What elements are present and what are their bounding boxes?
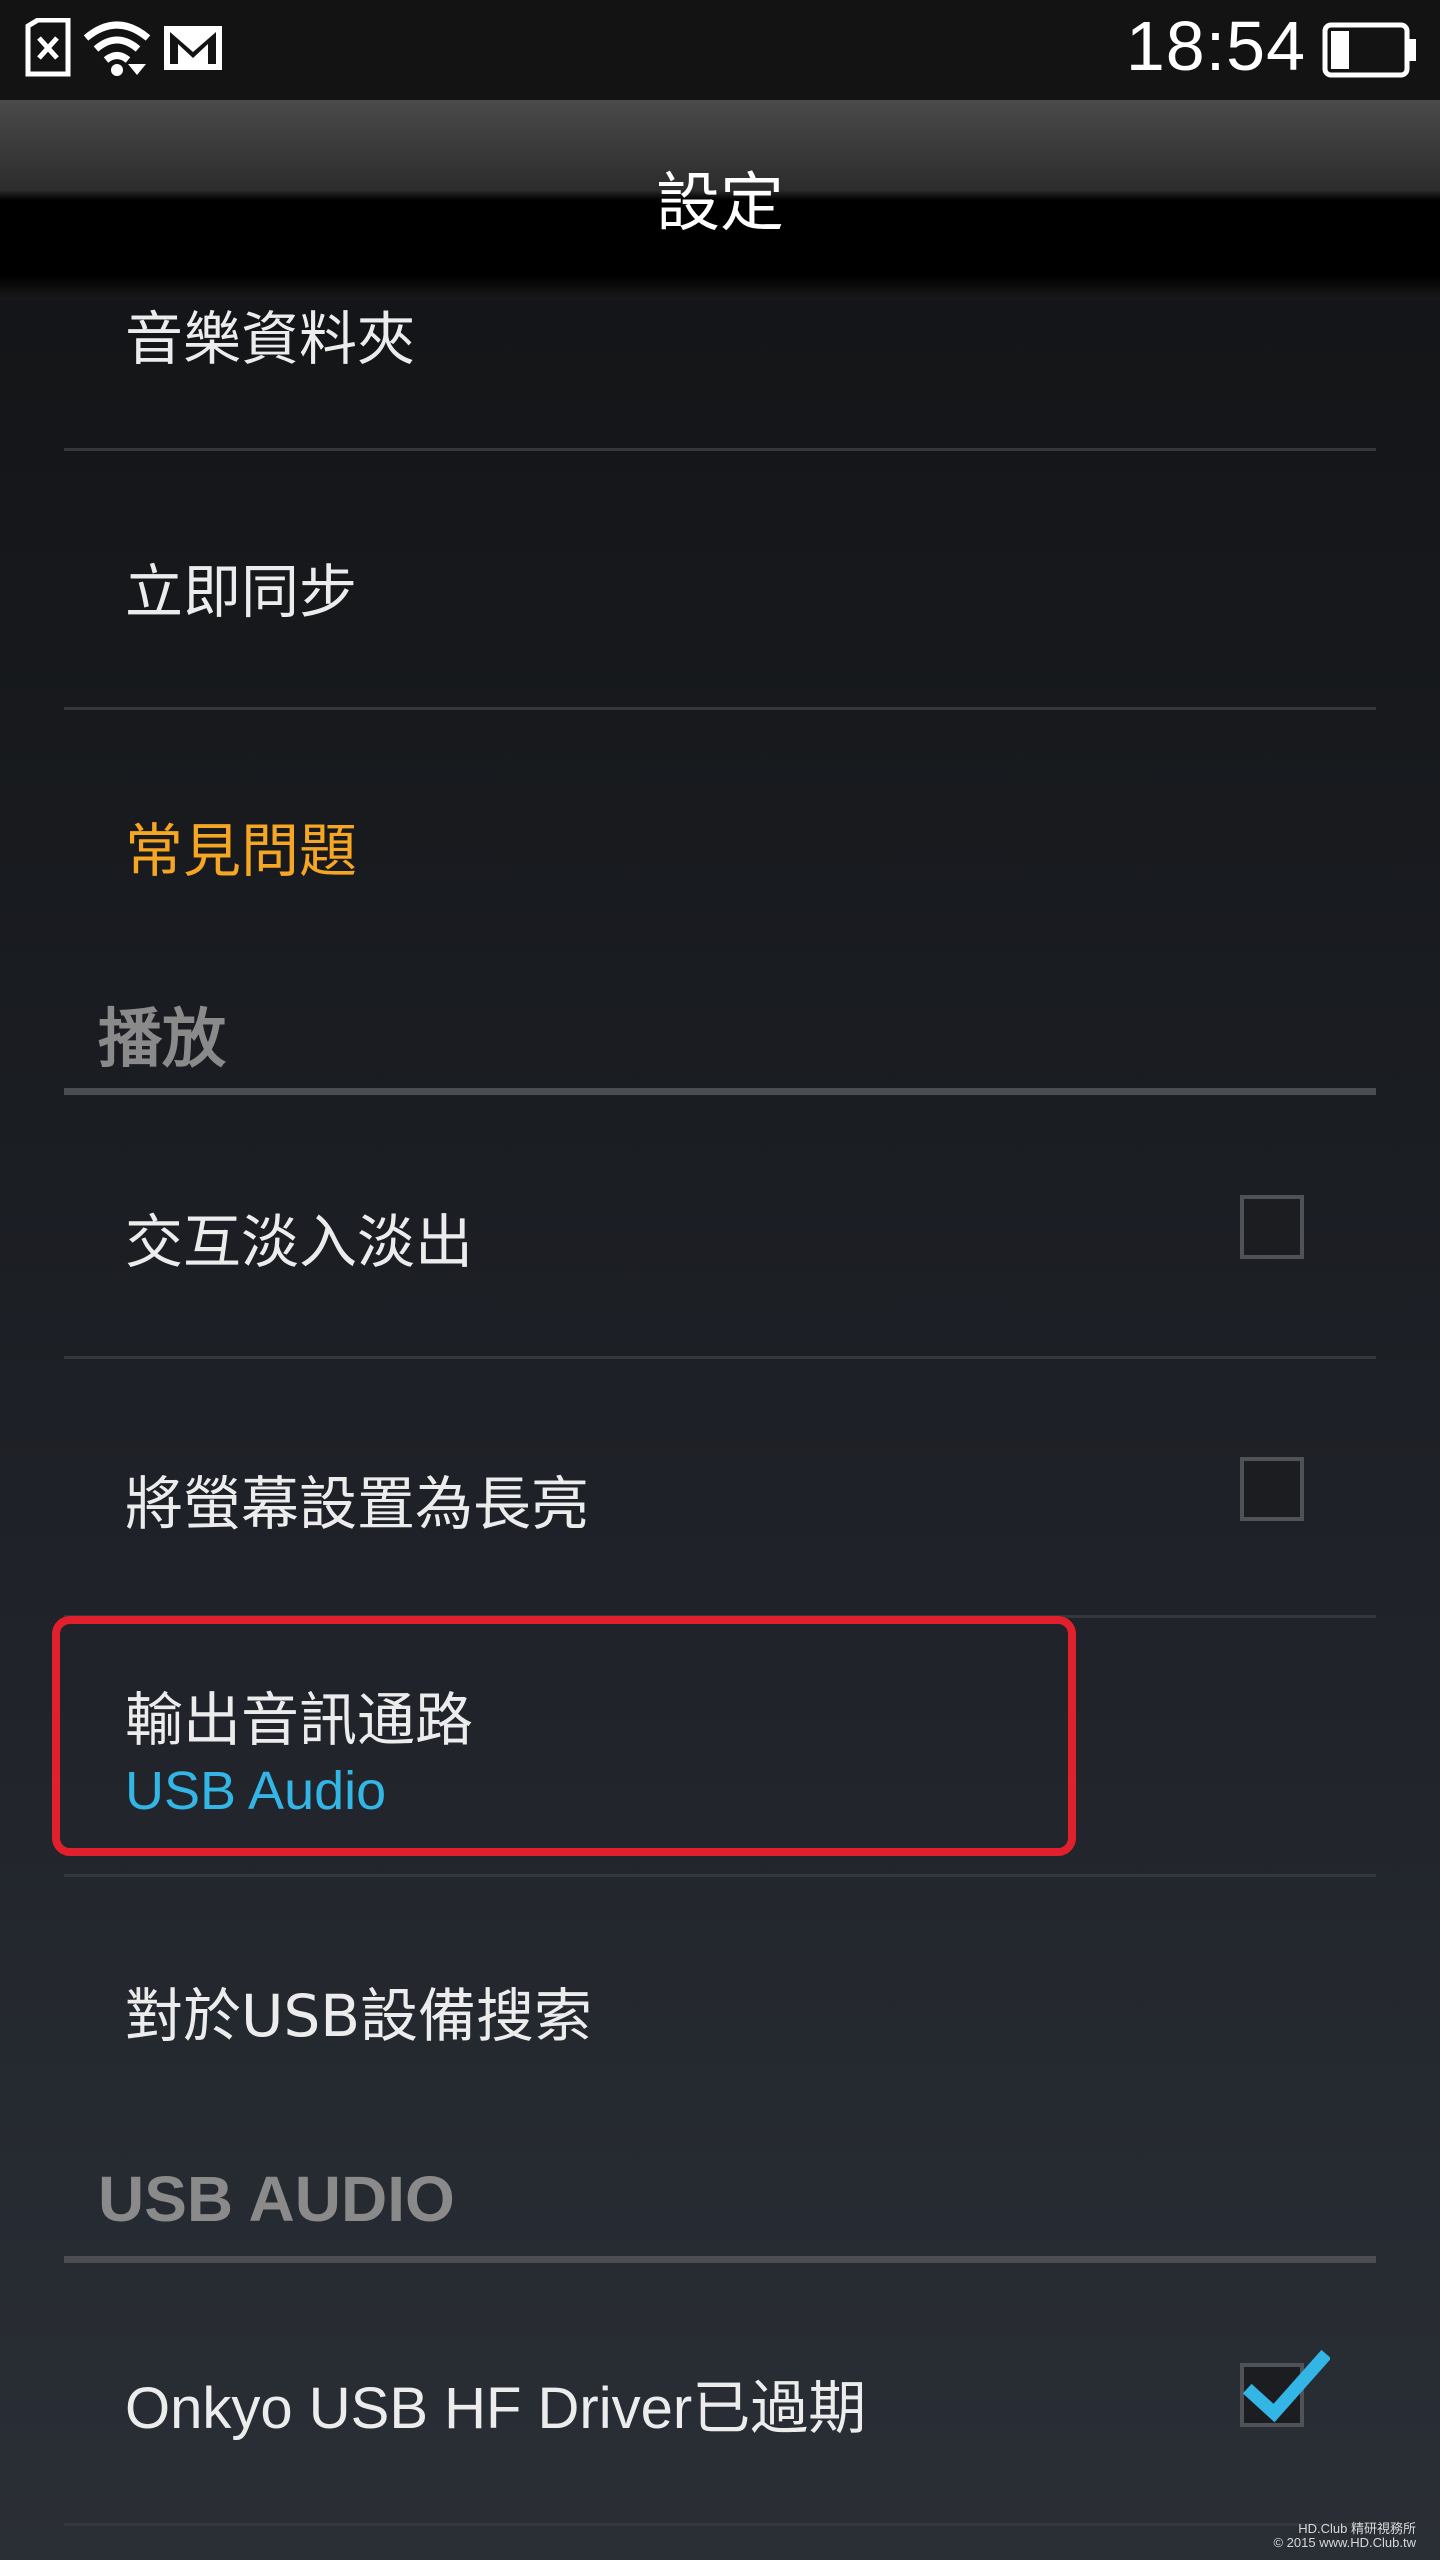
setting-usb-search[interactable]: 對於USB設備搜索	[0, 1877, 1440, 2117]
settings-screen: 18:54 設定 音樂資料夾 立即同步 常見問題 播放 交互淡入淡出 將螢幕設置…	[0, 0, 1440, 2560]
section-divider	[64, 2256, 1376, 2263]
setting-crossfade[interactable]: 交互淡入淡出	[0, 1095, 1440, 1355]
keep-screen-on-checkbox[interactable]	[1240, 1457, 1304, 1521]
setting-keep-screen-on-label: 將螢幕設置為長亮	[125, 1470, 590, 1538]
setting-sync-now[interactable]: 立即同步	[0, 451, 1440, 707]
setting-onkyo-driver[interactable]: Onkyo USB HF Driver已過期	[0, 2263, 1440, 2523]
setting-keep-screen-on[interactable]: 將螢幕設置為長亮	[0, 1359, 1440, 1615]
section-divider	[64, 1088, 1376, 1095]
setting-music-folder-label: 音樂資料夾	[125, 305, 416, 373]
watermark: HD.Club 精研視務所 © 2015 www.HD.Club.tw	[1273, 2522, 1416, 2550]
sim-card-icon	[25, 18, 71, 77]
setting-faq[interactable]: 常見問題	[0, 710, 1440, 950]
page-title: 設定	[656, 167, 784, 241]
setting-sync-now-label: 立即同步	[125, 558, 358, 626]
onkyo-driver-checkbox[interactable]	[1240, 2349, 1330, 2427]
setting-faq-label: 常見問題	[125, 817, 358, 885]
section-header-playback: 播放	[98, 1003, 226, 1075]
section-header-usb-audio: USB AUDIO	[98, 2163, 455, 2235]
divider	[64, 2523, 1376, 2526]
setting-crossfade-label: 交互淡入淡出	[125, 1208, 474, 1276]
watermark-line-1: HD.Club 精研視務所	[1298, 2521, 1416, 2536]
watermark-line-2: © 2015 www.HD.Club.tw	[1273, 2535, 1416, 2550]
wifi-icon	[83, 21, 151, 76]
status-time: 18:54	[1125, 7, 1306, 85]
action-bar: 設定	[0, 100, 1440, 300]
gmail-icon	[164, 26, 222, 70]
checkmark-icon	[1242, 2349, 1330, 2423]
status-bar: 18:54	[0, 0, 1440, 100]
battery-icon	[1322, 22, 1416, 78]
setting-onkyo-driver-label: Onkyo USB HF Driver已過期	[125, 2376, 867, 2441]
highlight-box	[52, 1616, 1076, 1856]
crossfade-checkbox[interactable]	[1240, 1195, 1304, 1259]
setting-usb-search-label: 對於USB設備搜索	[125, 1982, 593, 2050]
